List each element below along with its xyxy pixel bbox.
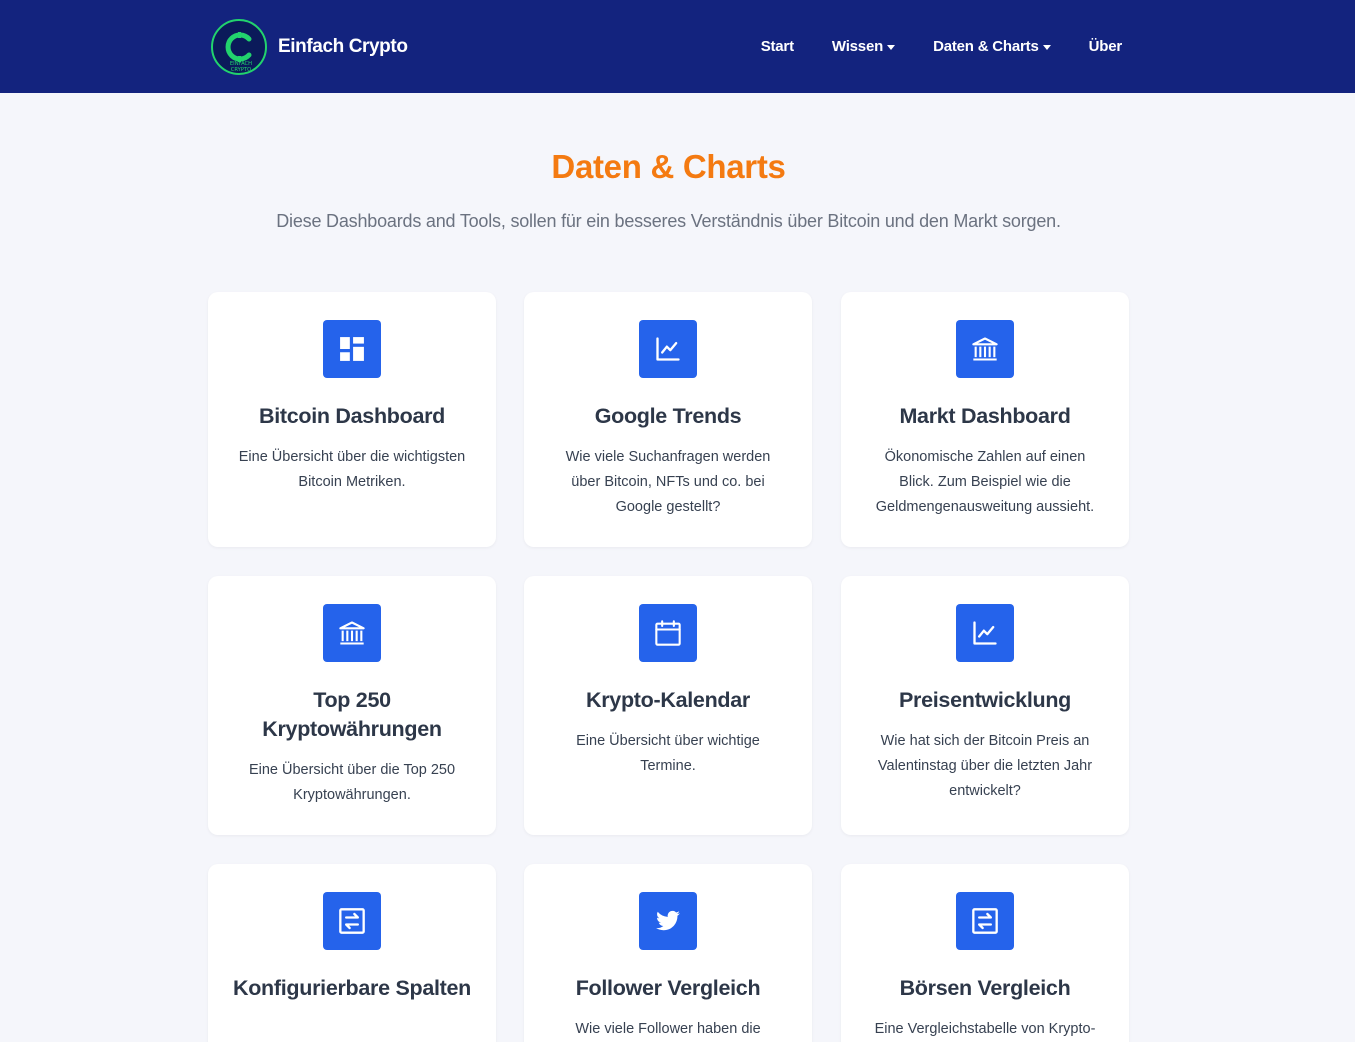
caret-down-icon [887,44,896,50]
twitter-icon [639,892,697,950]
card-description: Wie hat sich der Bitcoin Preis an Valent… [877,733,1093,799]
card-title: Follower Vergleich [575,976,761,1000]
dashboard-icon [323,320,381,378]
card-konfigurierbare-spalten[interactable]: Konfigurierbare Spalten [208,864,496,1042]
nav-item-label: Start [760,38,794,55]
bank-icon [956,320,1014,378]
logo-text-bottom: CRYPTO [231,67,251,73]
main-nav: Start Wissen Daten & Charts Über [723,0,1123,93]
nav-item-label: Über [1088,38,1123,55]
card-description: Wie viele Suchanfragen werden über Bitco… [565,449,771,515]
card-follower-vergleich[interactable]: Follower Vergleich Wie viele Follower ha… [524,864,812,1042]
bank-icon [323,604,381,662]
caret-down-icon [1042,44,1051,50]
card-bitcoin-dashboard[interactable]: Bitcoin Dashboard Eine Übersicht über di… [208,292,496,547]
brand-home-link[interactable]: EINFACH CRYPTO Einfach Crypto [211,18,408,75]
card-description: Eine Übersicht über die wichtigsten Bitc… [238,449,466,490]
card-krypto-kalendar[interactable]: Krypto-Kalendar Eine Übersicht über wich… [524,576,812,835]
card-description: Eine Übersicht über wichtige Termine. [576,733,760,774]
brand-logo-icon: EINFACH CRYPTO [211,18,267,75]
card-boersen-vergleich[interactable]: Börsen Vergleich Eine Vergleichstabelle … [841,864,1129,1042]
card-top-250[interactable]: Top 250 Kryptowährungen Eine Übersicht ü… [208,576,496,835]
card-title: Google Trends [594,404,742,428]
card-description: Eine Vergleichstabelle von Krypto- [874,1021,1096,1037]
trend-chart-icon [639,320,697,378]
page-title: Daten & Charts [551,148,786,185]
nav-item-label: Wissen [831,38,884,55]
card-description: Eine Übersicht über die Top 250 Kryptowä… [248,762,456,803]
card-google-trends[interactable]: Google Trends Wie viele Suchanfragen wer… [524,292,812,547]
nav-item-ueber[interactable]: Über [1088,38,1123,55]
exchange-icon [323,892,381,950]
card-title: Bitcoin Dashboard [258,404,446,428]
card-title: Top 250 Kryptowährungen [262,688,442,741]
nav-item-wissen[interactable]: Wissen [831,38,896,55]
top-navbar: EINFACH CRYPTO Einfach Crypto Start Wiss… [0,0,1355,93]
calendar-icon [639,604,697,662]
nav-item-start[interactable]: Start [761,38,794,55]
nav-item-daten-charts[interactable]: Daten & Charts [933,38,1051,55]
card-title: Preisentwicklung [898,688,1072,712]
page-subtitle: Diese Dashboards and Tools, sollen für e… [276,211,1061,231]
card-description: Ökonomische Zahlen auf einen Blick. Zum … [875,449,1095,515]
nav-item-label: Daten & Charts [933,38,1039,55]
card-title: Konfigurierbare Spalten [233,976,471,1000]
card-title: Börsen Vergleich [899,976,1071,1000]
brand-name: Einfach Crypto [278,35,408,57]
card-description: Wie viele Follower haben die [575,1021,761,1037]
card-title: Markt Dashboard [899,404,1071,428]
card-markt-dashboard[interactable]: Markt Dashboard Ökonomische Zahlen auf e… [841,292,1129,547]
card-preisentwicklung[interactable]: Preisentwicklung Wie hat sich der Bitcoi… [841,576,1129,835]
exchange-icon [956,892,1014,950]
card-title: Krypto-Kalendar [586,688,750,712]
trend-chart-icon [956,604,1014,662]
